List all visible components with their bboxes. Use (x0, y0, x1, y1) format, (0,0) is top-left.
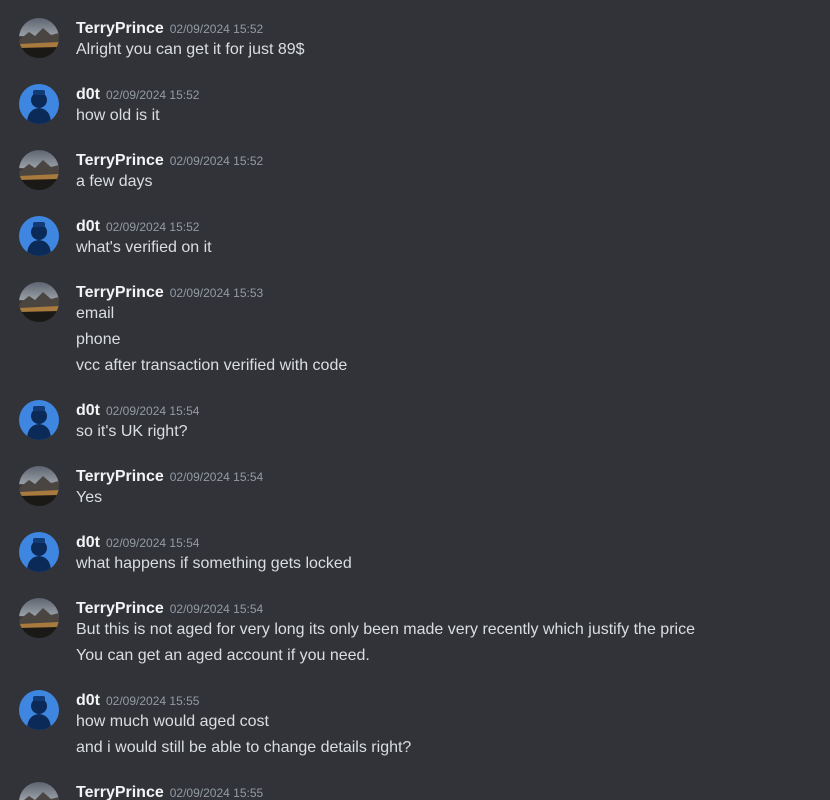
message-text: Alright you can get it for just 89$ (76, 41, 305, 58)
message-text: what's verified on it (76, 239, 212, 256)
username[interactable]: d0t (76, 692, 100, 709)
username[interactable]: TerryPrince (76, 468, 164, 485)
mountain-landscape-icon (19, 466, 59, 506)
hooded-figure-icon (19, 84, 59, 124)
message-header: d0t 02/09/2024 15:52 (76, 84, 199, 106)
message-header: TerryPrince 02/09/2024 15:55 (76, 782, 263, 800)
message-header: TerryPrince 02/09/2024 15:54 (76, 466, 263, 488)
message-text: phone (76, 331, 121, 348)
message-header: d0t 02/09/2024 15:54 (76, 400, 199, 422)
username[interactable]: TerryPrince (76, 20, 164, 37)
message-header: TerryPrince 02/09/2024 15:53 (76, 282, 263, 304)
message-header: d0t 02/09/2024 15:54 (76, 532, 199, 554)
timestamp: 02/09/2024 15:54 (106, 404, 200, 418)
username[interactable]: d0t (76, 86, 100, 103)
avatar[interactable] (19, 782, 59, 800)
timestamp: 02/09/2024 15:52 (106, 220, 200, 234)
message-header: d0t 02/09/2024 15:55 (76, 690, 199, 712)
timestamp: 02/09/2024 15:54 (106, 536, 200, 550)
message-header: TerryPrince 02/09/2024 15:52 (76, 150, 263, 172)
message-header: d0t 02/09/2024 15:52 (76, 216, 199, 238)
avatar[interactable] (19, 150, 59, 190)
mountain-landscape-icon (19, 782, 59, 800)
timestamp: 02/09/2024 15:55 (106, 694, 200, 708)
username[interactable]: TerryPrince (76, 152, 164, 169)
hooded-figure-icon (19, 400, 59, 440)
hooded-figure-icon (19, 532, 59, 572)
message-text: what happens if something gets locked (76, 555, 352, 572)
timestamp: 02/09/2024 15:52 (169, 22, 264, 36)
timestamp: 02/09/2024 15:52 (169, 154, 264, 168)
avatar[interactable] (19, 84, 59, 124)
message-text: so it's UK right? (76, 423, 188, 440)
mountain-landscape-icon (19, 282, 59, 322)
timestamp: 02/09/2024 15:54 (169, 470, 264, 484)
message-text: and i would still be able to change deta… (76, 739, 412, 756)
message-text: how old is it (76, 107, 160, 124)
message-header: TerryPrince 02/09/2024 15:52 (76, 18, 263, 40)
message-text: But this is not aged for very long its o… (76, 621, 695, 638)
timestamp: 02/09/2024 15:52 (106, 88, 200, 102)
username[interactable]: TerryPrince (76, 284, 164, 301)
message-text: Yes (76, 489, 103, 506)
username[interactable]: d0t (76, 402, 100, 419)
avatar[interactable] (19, 690, 59, 730)
timestamp: 02/09/2024 15:53 (169, 286, 264, 300)
mountain-landscape-icon (19, 18, 59, 58)
message-text: a few days (76, 173, 153, 190)
message-text: email (76, 305, 115, 322)
username[interactable]: d0t (76, 534, 100, 551)
message-list: TerryPrince 02/09/2024 15:52 Alright you … (0, 0, 830, 800)
avatar[interactable] (19, 400, 59, 440)
timestamp: 02/09/2024 15:55 (169, 786, 264, 800)
avatar[interactable] (19, 598, 59, 638)
mountain-landscape-icon (19, 598, 59, 638)
mountain-landscape-icon (19, 150, 59, 190)
avatar[interactable] (19, 216, 59, 256)
message-text: how much would aged cost (76, 713, 269, 730)
message-text: You can get an aged account if you need. (76, 647, 370, 664)
avatar[interactable] (19, 18, 59, 58)
avatar[interactable] (19, 532, 59, 572)
username[interactable]: TerryPrince (76, 784, 164, 800)
timestamp: 02/09/2024 15:54 (169, 602, 264, 616)
avatar[interactable] (19, 466, 59, 506)
hooded-figure-icon (19, 690, 59, 730)
avatar[interactable] (19, 282, 59, 322)
message-header: TerryPrince 02/09/2024 15:54 (76, 598, 263, 620)
username[interactable]: TerryPrince (76, 600, 164, 617)
username[interactable]: d0t (76, 218, 100, 235)
hooded-figure-icon (19, 216, 59, 256)
message-text: vcc after transaction verified with code (76, 357, 348, 374)
